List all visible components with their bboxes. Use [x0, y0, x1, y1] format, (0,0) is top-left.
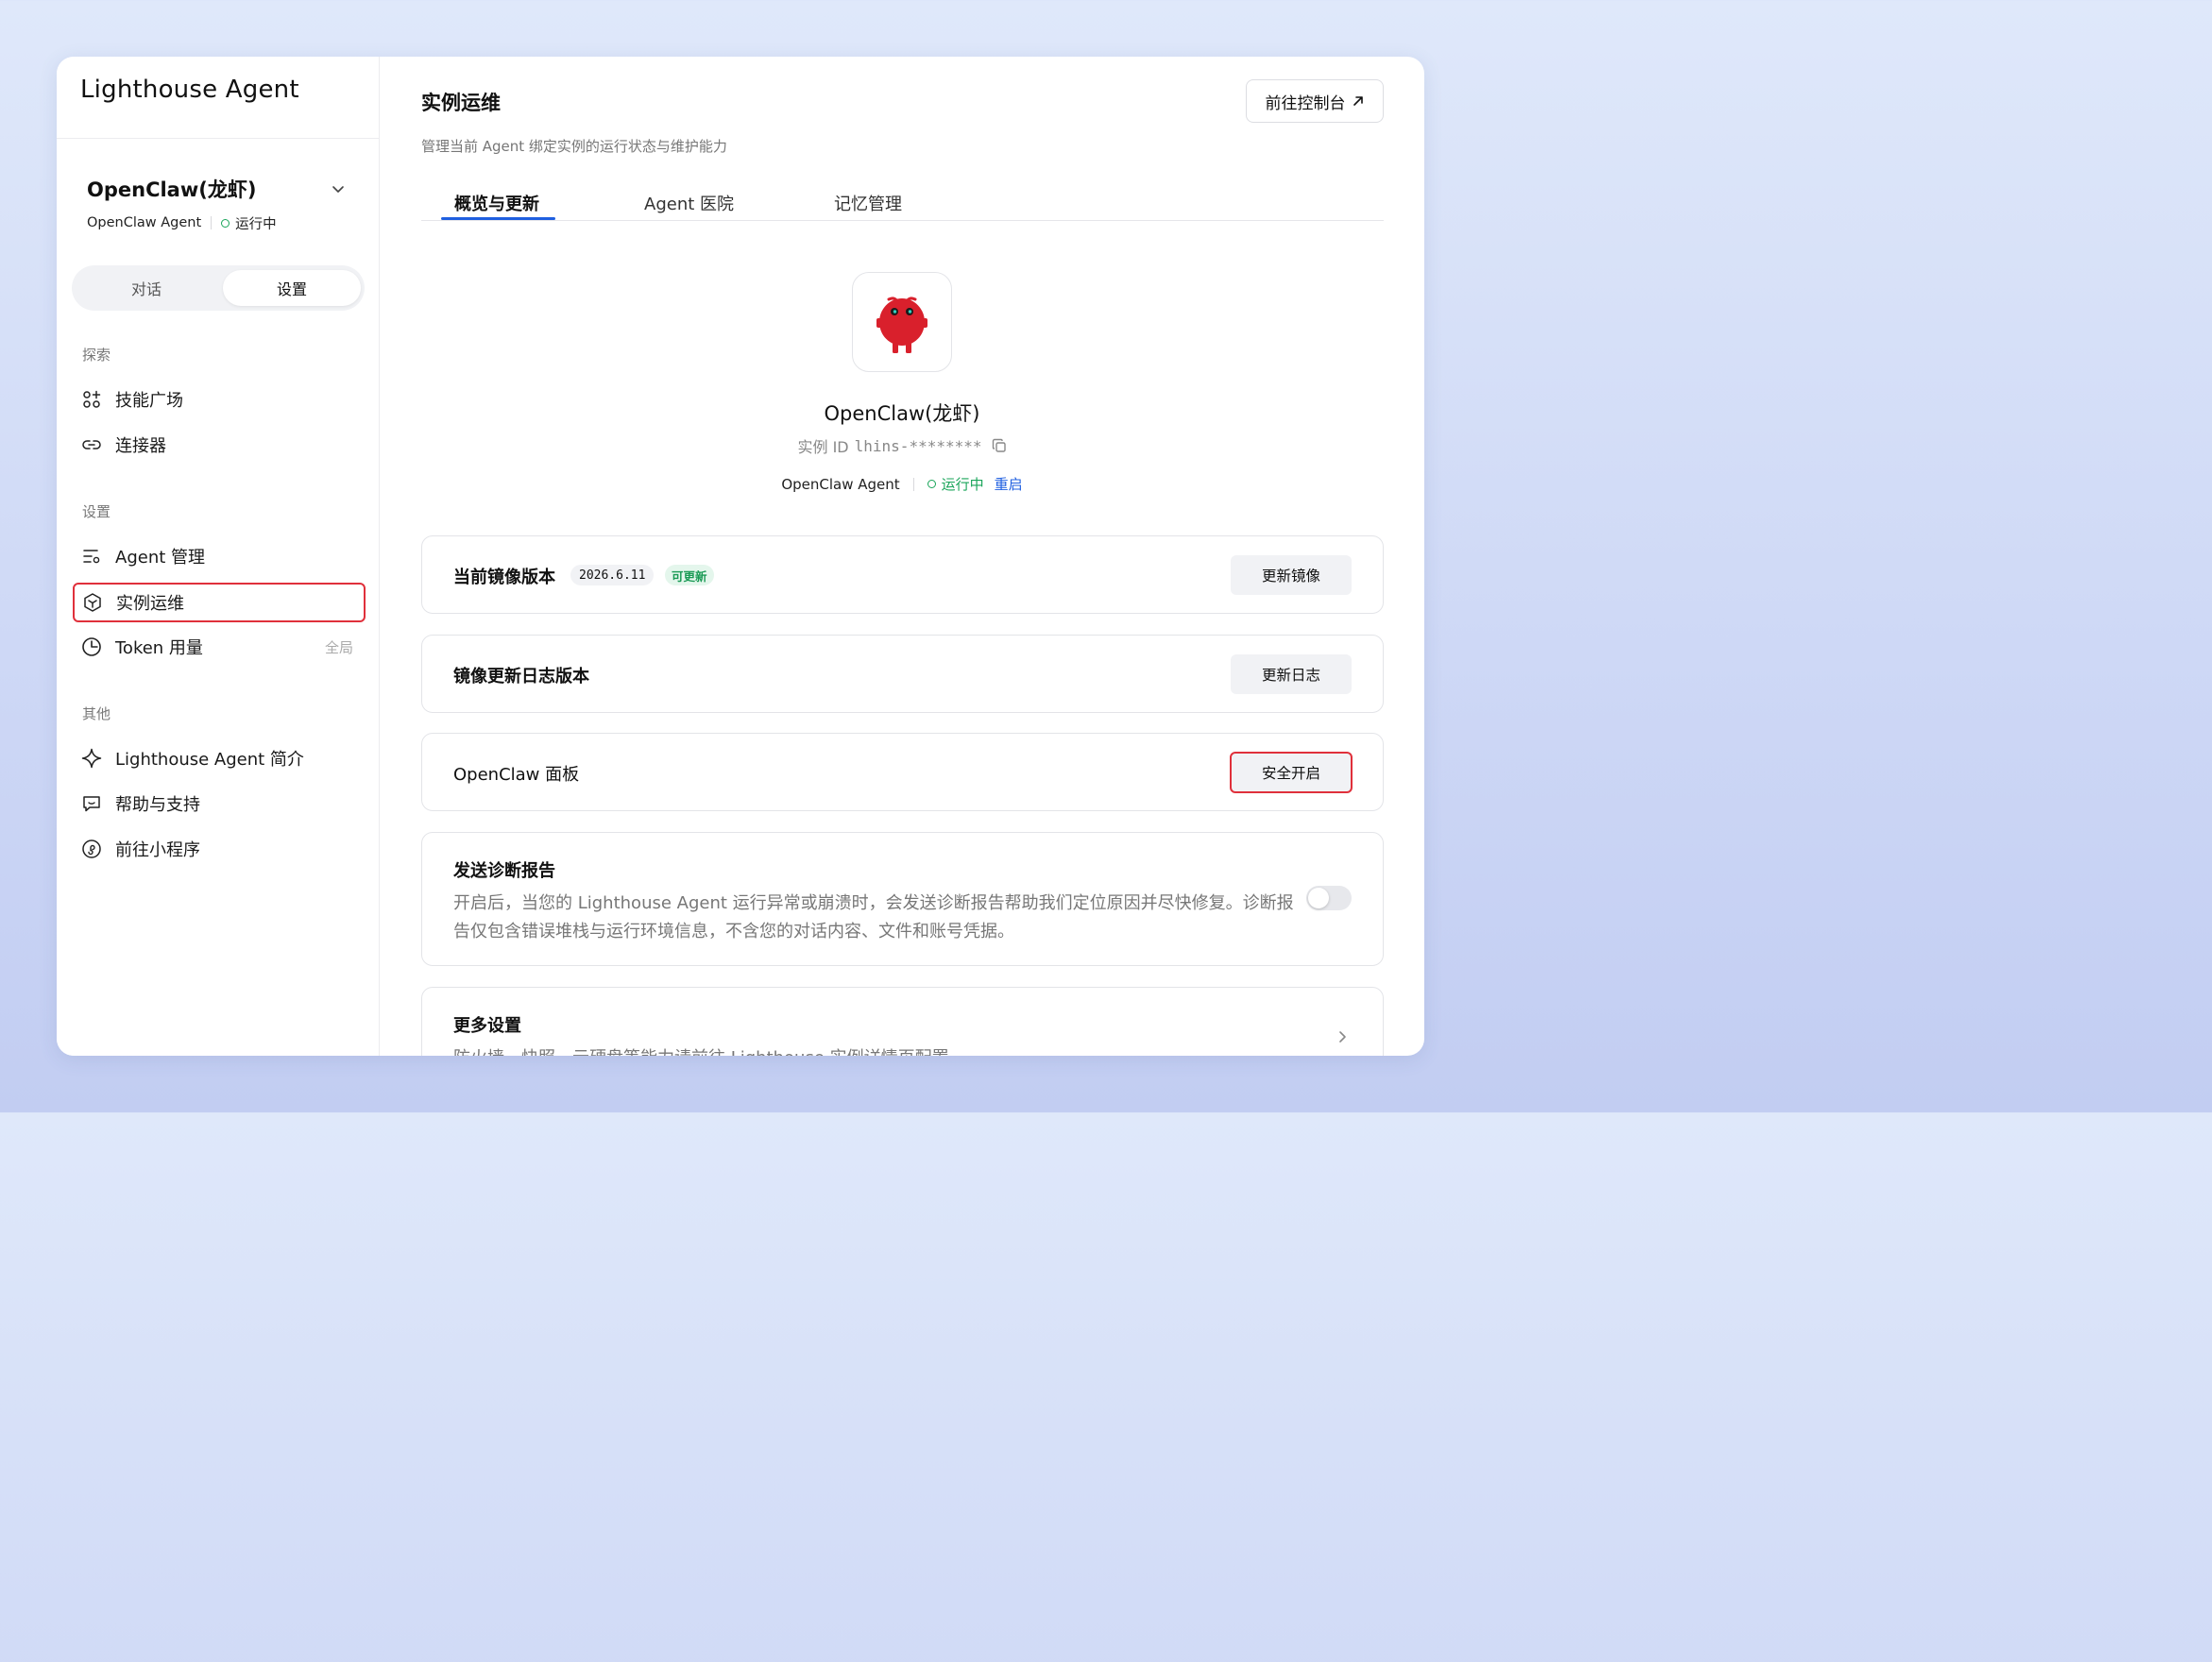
tab-active-indicator	[441, 217, 555, 220]
section-explore: 探索	[82, 347, 111, 364]
panel-title: OpenClaw 面板	[453, 765, 580, 785]
skills-grid-icon	[81, 389, 102, 410]
list-settings-icon	[81, 546, 102, 567]
instance-id-label: 实例 ID	[797, 438, 849, 456]
agent-name: OpenClaw(龙虾)	[87, 178, 257, 201]
sidebar-item-label: 技能广场	[115, 391, 183, 411]
changelog-title: 镜像更新日志版本	[453, 667, 589, 687]
link-icon	[81, 434, 102, 455]
segment-chat[interactable]: 对话	[77, 270, 215, 306]
sidebar-item-label: Token 用量	[115, 638, 203, 658]
cube-icon	[82, 592, 103, 613]
tab-bar: 概览与更新 Agent 医院 记忆管理	[421, 181, 1384, 221]
tab-agent-hospital[interactable]: Agent 医院	[644, 191, 734, 215]
instance-id-row: 实例 ID lhins-********	[380, 434, 1424, 457]
chevron-down-icon[interactable]	[329, 179, 348, 198]
external-arrow-icon	[1353, 96, 1363, 106]
main-content: 实例运维 管理当前 Agent 绑定实例的运行状态与维护能力 前往控制台 概览与…	[380, 57, 1424, 1056]
sidebar-item-help[interactable]: 帮助与支持	[74, 785, 365, 823]
page-subtitle: 管理当前 Agent 绑定实例的运行状态与维护能力	[421, 138, 727, 155]
sidebar-item-label: 连接器	[115, 436, 166, 456]
sidebar-item-token-usage[interactable]: Token 用量 全局	[74, 628, 365, 666]
status-dot-icon	[927, 480, 936, 488]
agent-avatar	[852, 272, 952, 372]
secure-open-button[interactable]: 安全开启	[1230, 752, 1353, 793]
section-settings: 设置	[82, 503, 111, 520]
more-settings-title: 更多设置	[453, 1016, 521, 1036]
app-window: Lighthouse Agent OpenClaw(龙虾) OpenClaw A…	[57, 57, 1424, 1056]
sidebar-item-label: Lighthouse Agent 简介	[115, 750, 304, 770]
sidebar-item-connectors[interactable]: 连接器	[74, 426, 365, 464]
sidebar: Lighthouse Agent OpenClaw(龙虾) OpenClaw A…	[57, 57, 380, 1056]
update-image-button[interactable]: 更新镜像	[1231, 555, 1352, 595]
chat-bubble-icon	[81, 793, 102, 814]
sidebar-item-agent-manage[interactable]: Agent 管理	[74, 537, 365, 575]
sidebar-item-label: 帮助与支持	[115, 795, 200, 815]
miniprogram-icon	[81, 839, 102, 859]
sidebar-item-label: 前往小程序	[115, 840, 200, 860]
diagnostics-toggle[interactable]	[1306, 886, 1352, 910]
copy-icon[interactable]	[992, 438, 1007, 453]
sparkle-icon	[81, 748, 102, 769]
section-other: 其他	[82, 705, 111, 722]
hero-meta-row: OpenClaw Agent 运行中 重启	[380, 474, 1424, 494]
page-title: 实例运维	[421, 92, 501, 114]
sidebar-item-label: Agent 管理	[115, 548, 206, 568]
mode-segment: 对话 设置	[72, 265, 365, 311]
image-version-title: 当前镜像版本	[453, 568, 555, 587]
tab-overview[interactable]: 概览与更新	[454, 191, 539, 215]
pie-chart-icon	[81, 636, 102, 657]
hero-agent-type: OpenClaw Agent	[781, 475, 900, 493]
segment-settings[interactable]: 设置	[223, 270, 361, 306]
restart-link[interactable]: 重启	[995, 474, 1023, 494]
agent-status: 运行中	[235, 216, 277, 232]
more-settings-card[interactable]: 更多设置 防火墙、快照、云硬盘等能力请前往 Lighthouse 实例详情页配置	[421, 987, 1384, 1056]
image-version-chip: 2026.6.11	[570, 565, 655, 585]
more-settings-description: 防火墙、快照、云硬盘等能力请前往 Lighthouse 实例详情页配置	[453, 1044, 949, 1056]
tab-memory[interactable]: 记忆管理	[834, 191, 902, 215]
go-console-button[interactable]: 前往控制台	[1246, 79, 1384, 123]
go-console-label: 前往控制台	[1265, 93, 1346, 113]
openclaw-panel-card: OpenClaw 面板 安全开启	[421, 733, 1384, 811]
meta-divider	[211, 216, 213, 229]
sidebar-item-label: 实例运维	[116, 594, 184, 614]
brand-divider	[57, 138, 380, 139]
hero-status: 运行中	[941, 476, 984, 493]
toggle-knob	[1308, 888, 1329, 908]
status-dot-icon	[221, 218, 230, 228]
lobster-mascot-icon	[876, 297, 927, 353]
diagnostics-card: 发送诊断报告 开启后，当您的 Lighthouse Agent 运行异常或崩溃时…	[421, 832, 1384, 966]
changelog-card: 镜像更新日志版本 更新日志	[421, 635, 1384, 713]
sidebar-item-instance-ops[interactable]: 实例运维	[73, 583, 366, 622]
agent-type: OpenClaw Agent	[87, 215, 202, 230]
agent-meta: OpenClaw Agent 运行中	[87, 212, 277, 233]
sidebar-item-miniprogram[interactable]: 前往小程序	[74, 830, 365, 868]
update-available-badge: 可更新	[665, 565, 714, 585]
brand-title: Lighthouse Agent	[80, 76, 299, 104]
image-version-card: 当前镜像版本 2026.6.11 可更新 更新镜像	[421, 535, 1384, 614]
meta-divider	[912, 477, 914, 491]
diagnostics-title: 发送诊断报告	[453, 861, 555, 881]
chevron-right-icon	[1339, 1031, 1346, 1043]
diagnostics-description: 开启后，当您的 Lighthouse Agent 运行异常或崩溃时，会发送诊断报…	[453, 893, 1294, 941]
hero-agent-name: OpenClaw(龙虾)	[824, 402, 980, 425]
instance-id-value: lhins-********	[854, 436, 982, 455]
sidebar-item-about[interactable]: Lighthouse Agent 简介	[74, 739, 365, 777]
changelog-button[interactable]: 更新日志	[1231, 654, 1352, 694]
sidebar-item-skills[interactable]: 技能广场	[74, 381, 365, 418]
token-scope-tag: 全局	[324, 638, 353, 656]
